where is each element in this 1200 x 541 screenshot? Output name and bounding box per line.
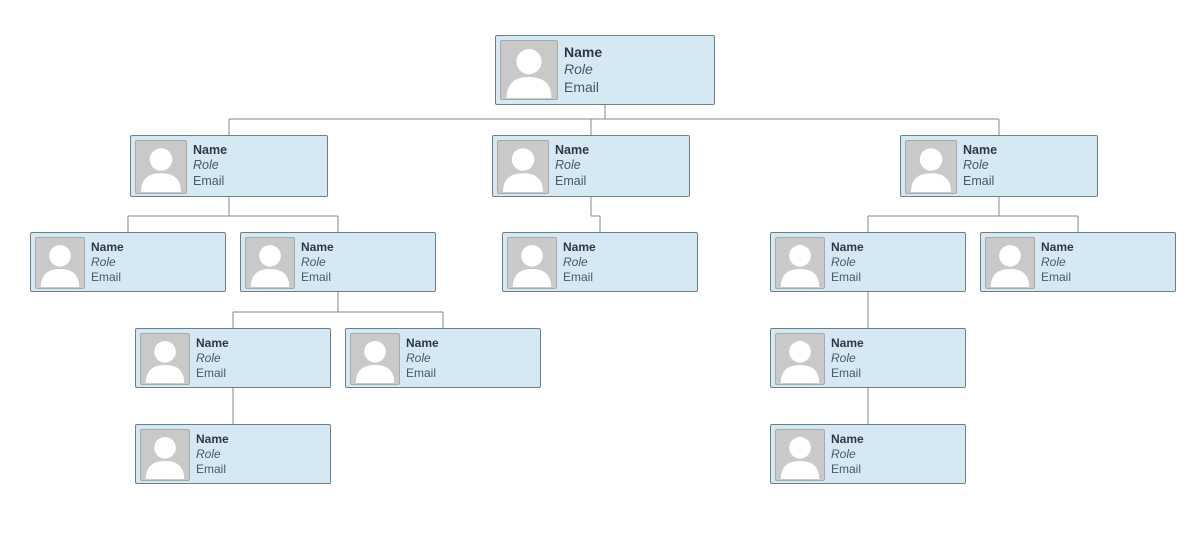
person-email: Email bbox=[831, 366, 961, 381]
person-avatar-icon bbox=[497, 140, 549, 194]
person-role: Role bbox=[1041, 255, 1171, 270]
person-role: Role bbox=[564, 61, 710, 79]
person-name: Name bbox=[831, 240, 961, 255]
person-email: Email bbox=[1041, 270, 1171, 285]
person-role: Role bbox=[963, 158, 1093, 174]
person-avatar-icon bbox=[905, 140, 957, 194]
org-card-fields: NameRoleEmail bbox=[193, 140, 323, 192]
person-avatar-icon bbox=[775, 333, 825, 385]
person-email: Email bbox=[831, 462, 961, 477]
person-avatar-icon bbox=[140, 429, 190, 481]
org-card-m1b2[interactable]: NameRoleEmail bbox=[345, 328, 541, 388]
person-name: Name bbox=[196, 432, 326, 447]
org-card-m1[interactable]: NameRoleEmail bbox=[130, 135, 328, 197]
person-avatar-icon bbox=[350, 333, 400, 385]
person-name: Name bbox=[301, 240, 431, 255]
person-role: Role bbox=[196, 447, 326, 462]
person-avatar-icon bbox=[245, 237, 295, 289]
person-email: Email bbox=[563, 270, 693, 285]
org-card-fields: NameRoleEmail bbox=[831, 429, 961, 479]
person-email: Email bbox=[196, 366, 326, 381]
person-role: Role bbox=[563, 255, 693, 270]
person-role: Role bbox=[193, 158, 323, 174]
org-card-fields: NameRoleEmail bbox=[831, 333, 961, 383]
org-card-m1a[interactable]: NameRoleEmail bbox=[30, 232, 226, 292]
org-card-fields: NameRoleEmail bbox=[196, 333, 326, 383]
person-name: Name bbox=[555, 143, 685, 159]
person-avatar-icon bbox=[507, 237, 557, 289]
org-card-fields: NameRoleEmail bbox=[563, 237, 693, 287]
person-name: Name bbox=[831, 432, 961, 447]
org-card-fields: NameRoleEmail bbox=[196, 429, 326, 479]
org-card-fields: NameRoleEmail bbox=[406, 333, 536, 383]
org-card-fields: NameRoleEmail bbox=[1041, 237, 1171, 287]
person-email: Email bbox=[963, 174, 1093, 190]
org-card-m3[interactable]: NameRoleEmail bbox=[900, 135, 1098, 197]
person-email: Email bbox=[196, 462, 326, 477]
person-email: Email bbox=[301, 270, 431, 285]
person-role: Role bbox=[301, 255, 431, 270]
person-email: Email bbox=[406, 366, 536, 381]
person-email: Email bbox=[555, 174, 685, 190]
person-name: Name bbox=[831, 336, 961, 351]
person-avatar-icon bbox=[500, 40, 558, 100]
org-card-fields: NameRoleEmail bbox=[831, 237, 961, 287]
person-role: Role bbox=[831, 447, 961, 462]
person-email: Email bbox=[91, 270, 221, 285]
person-name: Name bbox=[406, 336, 536, 351]
org-card-root[interactable]: NameRoleEmail bbox=[495, 35, 715, 105]
person-role: Role bbox=[555, 158, 685, 174]
person-name: Name bbox=[193, 143, 323, 159]
person-avatar-icon bbox=[775, 237, 825, 289]
person-avatar-icon bbox=[140, 333, 190, 385]
person-avatar-icon bbox=[985, 237, 1035, 289]
person-role: Role bbox=[196, 351, 326, 366]
person-name: Name bbox=[196, 336, 326, 351]
person-name: Name bbox=[91, 240, 221, 255]
person-name: Name bbox=[563, 240, 693, 255]
person-avatar-icon bbox=[775, 429, 825, 481]
person-role: Role bbox=[406, 351, 536, 366]
person-avatar-icon bbox=[135, 140, 187, 194]
person-role: Role bbox=[831, 351, 961, 366]
org-card-m1b1a[interactable]: NameRoleEmail bbox=[135, 424, 331, 484]
org-card-m1b[interactable]: NameRoleEmail bbox=[240, 232, 436, 292]
person-role: Role bbox=[91, 255, 221, 270]
org-card-m3b[interactable]: NameRoleEmail bbox=[980, 232, 1176, 292]
person-email: Email bbox=[193, 174, 323, 190]
org-card-fields: NameRoleEmail bbox=[91, 237, 221, 287]
person-name: Name bbox=[963, 143, 1093, 159]
org-card-m3a1a[interactable]: NameRoleEmail bbox=[770, 424, 966, 484]
person-name: Name bbox=[564, 44, 710, 62]
org-card-m3a[interactable]: NameRoleEmail bbox=[770, 232, 966, 292]
person-avatar-icon bbox=[35, 237, 85, 289]
org-card-fields: NameRoleEmail bbox=[555, 140, 685, 192]
org-card-m3a1[interactable]: NameRoleEmail bbox=[770, 328, 966, 388]
person-name: Name bbox=[1041, 240, 1171, 255]
org-card-m1b1[interactable]: NameRoleEmail bbox=[135, 328, 331, 388]
person-email: Email bbox=[831, 270, 961, 285]
org-chart-stage: NameRoleEmail NameRoleEmail NameRoleEmai… bbox=[0, 0, 1200, 541]
org-card-fields: NameRoleEmail bbox=[301, 237, 431, 287]
org-card-m2[interactable]: NameRoleEmail bbox=[492, 135, 690, 197]
person-role: Role bbox=[831, 255, 961, 270]
org-card-m2a[interactable]: NameRoleEmail bbox=[502, 232, 698, 292]
person-email: Email bbox=[564, 79, 710, 97]
org-card-fields: NameRoleEmail bbox=[963, 140, 1093, 192]
org-card-fields: NameRoleEmail bbox=[564, 40, 710, 100]
